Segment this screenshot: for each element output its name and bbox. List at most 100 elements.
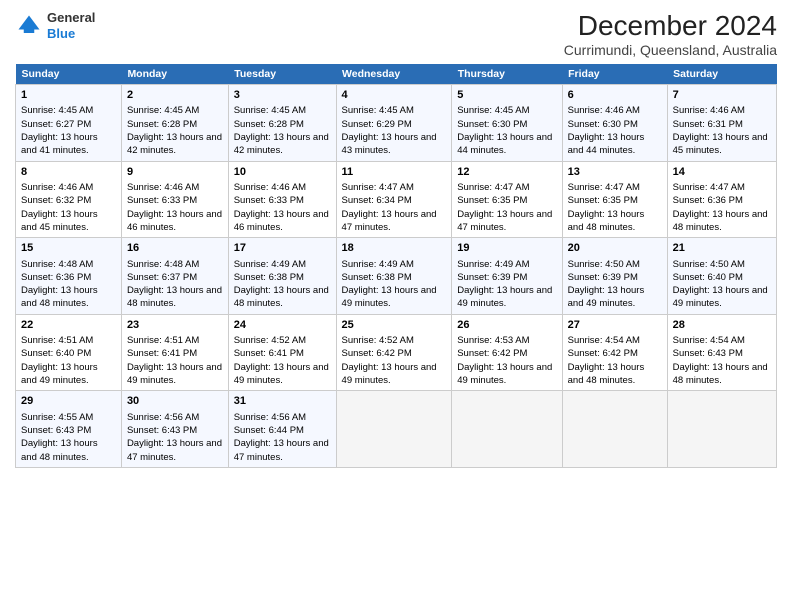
cell-week5-day1: 29Sunrise: 4:55 AM Sunset: 6:43 PM Dayli… xyxy=(16,391,122,468)
day-number: 2 xyxy=(127,88,223,103)
col-header-tuesday: Tuesday xyxy=(228,64,336,85)
day-info: Sunrise: 4:46 AM Sunset: 6:33 PM Dayligh… xyxy=(234,182,329,233)
day-info: Sunrise: 4:46 AM Sunset: 6:32 PM Dayligh… xyxy=(21,182,98,233)
cell-week1-day4: 4Sunrise: 4:45 AM Sunset: 6:29 PM Daylig… xyxy=(336,85,452,162)
week-row-4: 22 Sunrise: 4:51 AM Sunset: 6:40 PM Dayli… xyxy=(16,314,777,391)
cell-week4-day5: 26 Sunrise: 4:53 AM Sunset: 6:42 PM Dayli… xyxy=(452,314,562,391)
day-number: 3 xyxy=(234,88,331,103)
cell-week4-day3: 24Sunrise: 4:52 AM Sunset: 6:41 PM Dayli… xyxy=(228,314,336,391)
day-info: Sunrise: 4:47 AM Sunset: 6:35 PM Dayligh… xyxy=(457,182,552,233)
col-header-sunday: Sunday xyxy=(16,64,122,85)
cell-week3-day4: 18 Sunrise: 4:49 AM Sunset: 6:38 PM Dayli… xyxy=(336,238,452,315)
day-info: Sunrise: 4:45 AM Sunset: 6:29 PM Dayligh… xyxy=(342,105,437,156)
day-info: Sunrise: 4:52 AM Sunset: 6:42 PM Dayligh… xyxy=(342,335,437,386)
logo-text: General Blue xyxy=(47,10,95,41)
cell-week3-day6: 20 Sunrise: 4:50 AM Sunset: 6:39 PM Dayli… xyxy=(562,238,667,315)
header: General Blue December 2024 Currimundi, Q… xyxy=(15,10,777,58)
cell-week3-day2: 16 Sunrise: 4:48 AM Sunset: 6:37 PM Dayli… xyxy=(121,238,228,315)
cell-week1-day2: 2 Sunrise: 4:45 AM Sunset: 6:28 PM Daylig… xyxy=(121,85,228,162)
day-info: Sunrise: 4:46 AM Sunset: 6:33 PM Dayligh… xyxy=(127,182,222,233)
day-info: Sunrise: 4:45 AM Sunset: 6:27 PM Dayligh… xyxy=(21,105,98,156)
cell-week3-day3: 17Sunrise: 4:49 AM Sunset: 6:38 PM Dayli… xyxy=(228,238,336,315)
day-number: 15 xyxy=(21,241,116,256)
cell-week5-day2: 30 Sunrise: 4:56 AM Sunset: 6:43 PM Dayli… xyxy=(121,391,228,468)
day-info: Sunrise: 4:56 AM Sunset: 6:44 PM Dayligh… xyxy=(234,412,329,463)
day-info: Sunrise: 4:53 AM Sunset: 6:42 PM Dayligh… xyxy=(457,335,552,386)
day-info: Sunrise: 4:55 AM Sunset: 6:43 PM Dayligh… xyxy=(21,412,98,463)
day-number: 28 xyxy=(673,318,771,333)
day-info: Sunrise: 4:47 AM Sunset: 6:34 PM Dayligh… xyxy=(342,182,437,233)
col-header-saturday: Saturday xyxy=(667,64,776,85)
day-number: 14 xyxy=(673,165,771,180)
day-number: 25 xyxy=(342,318,447,333)
cell-week4-day6: 27 Sunrise: 4:54 AM Sunset: 6:42 PM Dayli… xyxy=(562,314,667,391)
day-info: Sunrise: 4:54 AM Sunset: 6:42 PM Dayligh… xyxy=(568,335,645,386)
page: General Blue December 2024 Currimundi, Q… xyxy=(0,0,792,612)
day-info: Sunrise: 4:51 AM Sunset: 6:40 PM Dayligh… xyxy=(21,335,98,386)
day-number: 30 xyxy=(127,394,223,409)
calendar-table: SundayMondayTuesdayWednesdayThursdayFrid… xyxy=(15,64,777,468)
day-number: 7 xyxy=(673,88,771,103)
day-number: 11 xyxy=(342,165,447,180)
day-info: Sunrise: 4:46 AM Sunset: 6:31 PM Dayligh… xyxy=(673,105,768,156)
cell-week1-day1: 1 Sunrise: 4:45 AM Sunset: 6:27 PM Daylig… xyxy=(16,85,122,162)
day-info: Sunrise: 4:56 AM Sunset: 6:43 PM Dayligh… xyxy=(127,412,222,463)
day-number: 21 xyxy=(673,241,771,256)
col-header-monday: Monday xyxy=(121,64,228,85)
day-number: 31 xyxy=(234,394,331,409)
day-number: 22 xyxy=(21,318,116,333)
logo-icon xyxy=(15,12,43,40)
day-number: 26 xyxy=(457,318,556,333)
cell-week3-day5: 19Sunrise: 4:49 AM Sunset: 6:39 PM Dayli… xyxy=(452,238,562,315)
day-number: 10 xyxy=(234,165,331,180)
cell-week1-day7: 7 Sunrise: 4:46 AM Sunset: 6:31 PM Daylig… xyxy=(667,85,776,162)
cell-week4-day1: 22 Sunrise: 4:51 AM Sunset: 6:40 PM Dayli… xyxy=(16,314,122,391)
cell-week2-day1: 8 Sunrise: 4:46 AM Sunset: 6:32 PM Daylig… xyxy=(16,161,122,238)
day-number: 16 xyxy=(127,241,223,256)
cell-week2-day5: 12Sunrise: 4:47 AM Sunset: 6:35 PM Dayli… xyxy=(452,161,562,238)
day-number: 8 xyxy=(21,165,116,180)
day-number: 6 xyxy=(568,88,662,103)
col-header-wednesday: Wednesday xyxy=(336,64,452,85)
day-number: 18 xyxy=(342,241,447,256)
day-number: 20 xyxy=(568,241,662,256)
week-row-1: 1 Sunrise: 4:45 AM Sunset: 6:27 PM Daylig… xyxy=(16,85,777,162)
logo: General Blue xyxy=(15,10,95,41)
cell-week5-day5 xyxy=(452,391,562,468)
cell-week3-day7: 21Sunrise: 4:50 AM Sunset: 6:40 PM Dayli… xyxy=(667,238,776,315)
day-number: 27 xyxy=(568,318,662,333)
day-number: 1 xyxy=(21,88,116,103)
cell-week2-day7: 14 Sunrise: 4:47 AM Sunset: 6:36 PM Dayli… xyxy=(667,161,776,238)
day-number: 19 xyxy=(457,241,556,256)
day-info: Sunrise: 4:47 AM Sunset: 6:36 PM Dayligh… xyxy=(673,182,768,233)
cell-week5-day7 xyxy=(667,391,776,468)
cell-week5-day6 xyxy=(562,391,667,468)
cell-week5-day4 xyxy=(336,391,452,468)
cell-week2-day3: 10 Sunrise: 4:46 AM Sunset: 6:33 PM Dayli… xyxy=(228,161,336,238)
subtitle: Currimundi, Queensland, Australia xyxy=(564,42,777,58)
day-info: Sunrise: 4:45 AM Sunset: 6:28 PM Dayligh… xyxy=(127,105,222,156)
week-row-2: 8 Sunrise: 4:46 AM Sunset: 6:32 PM Daylig… xyxy=(16,161,777,238)
title-block: December 2024 Currimundi, Queensland, Au… xyxy=(564,10,777,58)
day-info: Sunrise: 4:47 AM Sunset: 6:35 PM Dayligh… xyxy=(568,182,645,233)
day-info: Sunrise: 4:48 AM Sunset: 6:36 PM Dayligh… xyxy=(21,259,98,310)
day-info: Sunrise: 4:48 AM Sunset: 6:37 PM Dayligh… xyxy=(127,259,222,310)
cell-week4-day7: 28Sunrise: 4:54 AM Sunset: 6:43 PM Dayli… xyxy=(667,314,776,391)
cell-week4-day2: 23 Sunrise: 4:51 AM Sunset: 6:41 PM Dayli… xyxy=(121,314,228,391)
day-number: 13 xyxy=(568,165,662,180)
week-row-5: 29Sunrise: 4:55 AM Sunset: 6:43 PM Dayli… xyxy=(16,391,777,468)
day-info: Sunrise: 4:45 AM Sunset: 6:28 PM Dayligh… xyxy=(234,105,329,156)
day-info: Sunrise: 4:51 AM Sunset: 6:41 PM Dayligh… xyxy=(127,335,222,386)
day-info: Sunrise: 4:45 AM Sunset: 6:30 PM Dayligh… xyxy=(457,105,552,156)
header-row: SundayMondayTuesdayWednesdayThursdayFrid… xyxy=(16,64,777,85)
cell-week3-day1: 15 Sunrise: 4:48 AM Sunset: 6:36 PM Dayli… xyxy=(16,238,122,315)
day-number: 9 xyxy=(127,165,223,180)
col-header-friday: Friday xyxy=(562,64,667,85)
day-info: Sunrise: 4:46 AM Sunset: 6:30 PM Dayligh… xyxy=(568,105,645,156)
day-info: Sunrise: 4:50 AM Sunset: 6:39 PM Dayligh… xyxy=(568,259,645,310)
cell-week2-day4: 11 Sunrise: 4:47 AM Sunset: 6:34 PM Dayli… xyxy=(336,161,452,238)
cell-week1-day3: 3 Sunrise: 4:45 AM Sunset: 6:28 PM Daylig… xyxy=(228,85,336,162)
day-number: 23 xyxy=(127,318,223,333)
day-info: Sunrise: 4:49 AM Sunset: 6:38 PM Dayligh… xyxy=(342,259,437,310)
cell-week4-day4: 25 Sunrise: 4:52 AM Sunset: 6:42 PM Dayli… xyxy=(336,314,452,391)
